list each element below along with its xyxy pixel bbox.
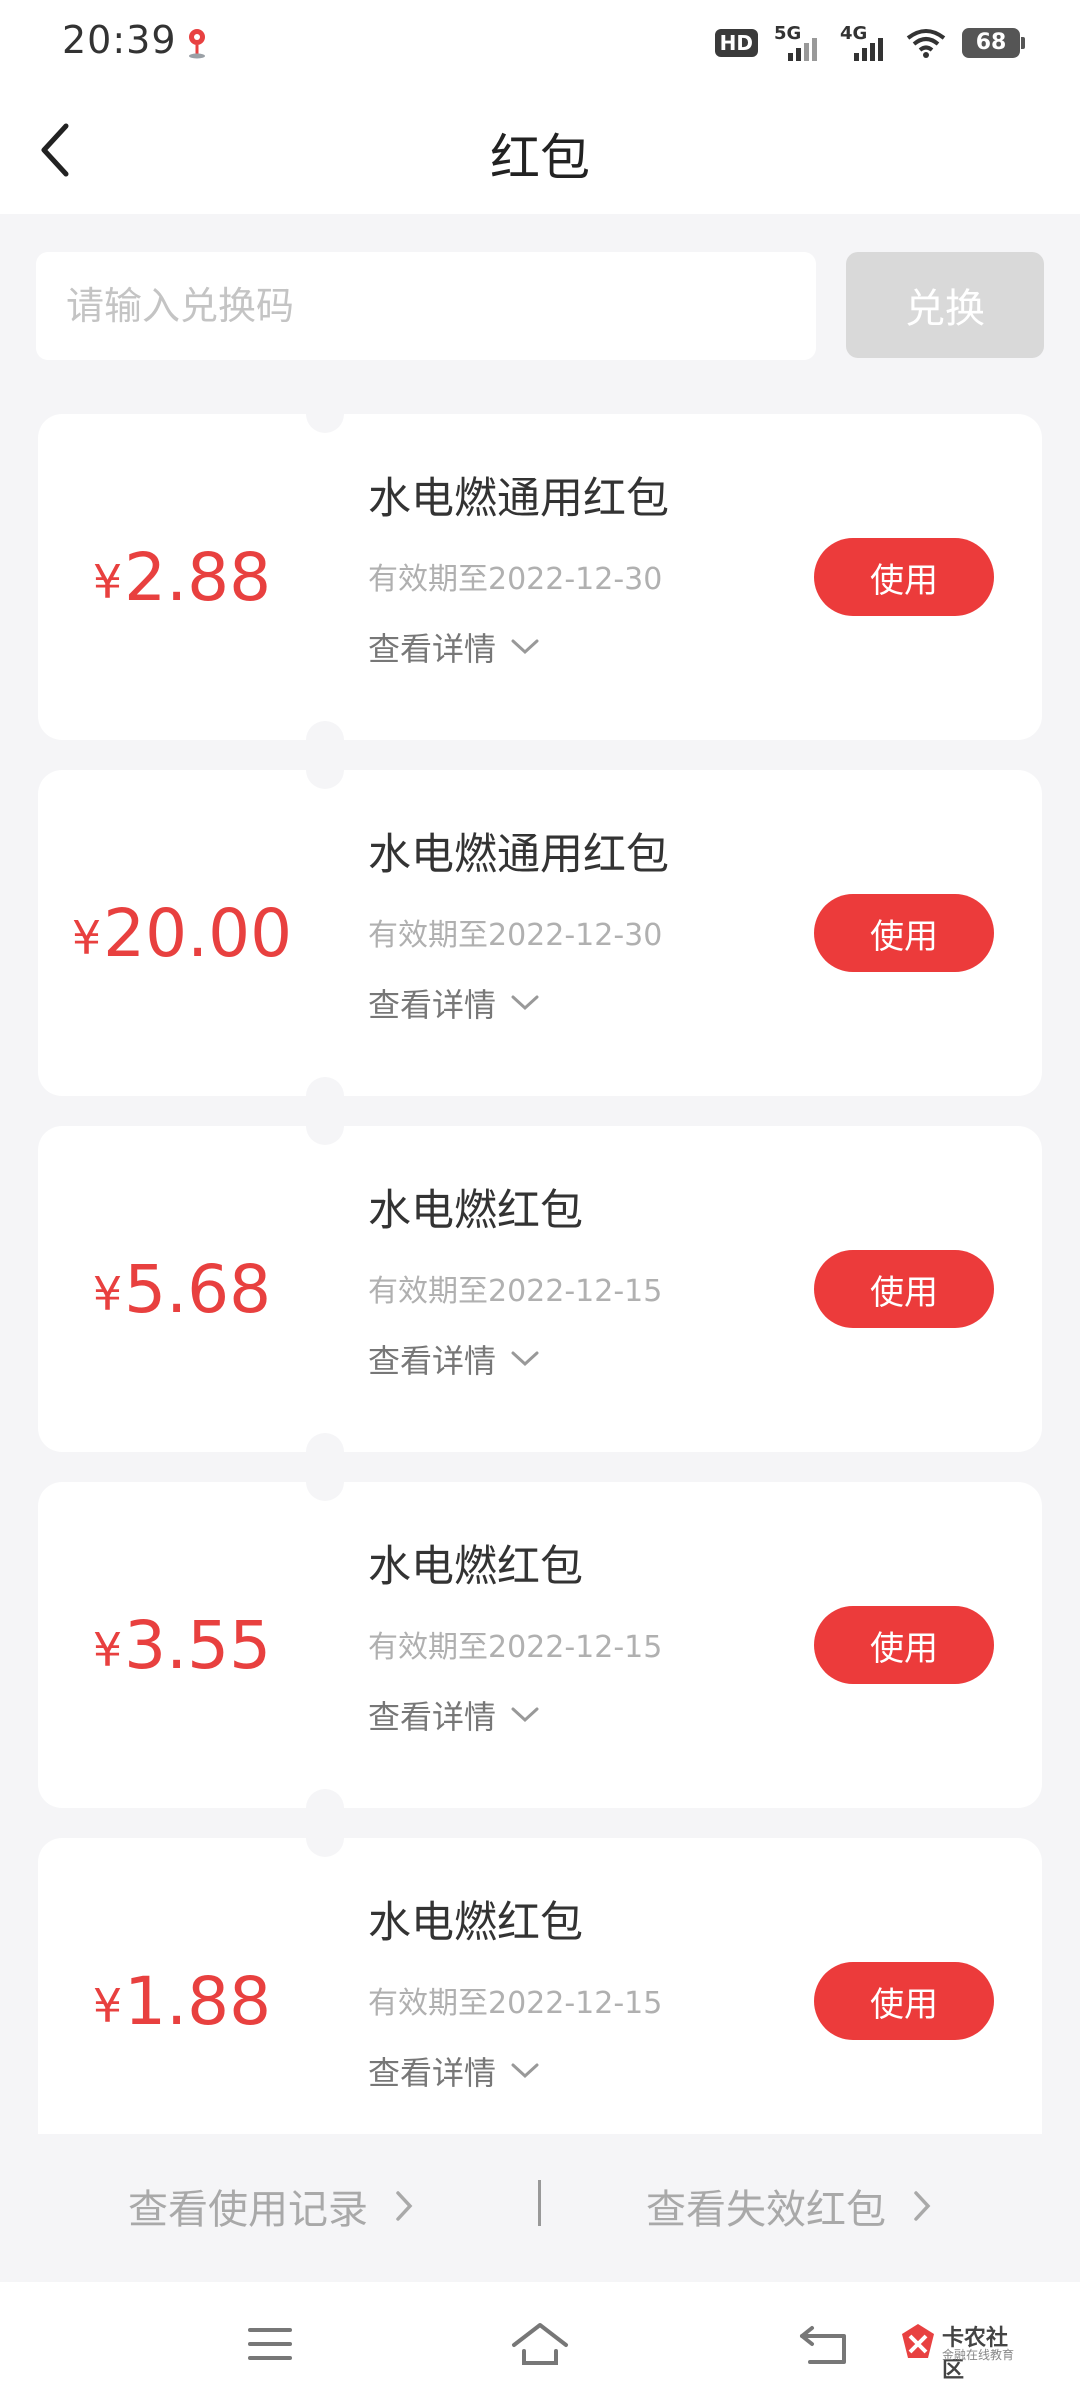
battery-icon: 68	[962, 28, 1025, 58]
currency-symbol: ¥	[92, 1979, 123, 2033]
coupon-name: 水电燃红包	[368, 1898, 583, 1948]
amount-value: 2.88	[124, 538, 272, 616]
nav-back-button[interactable]	[776, 2304, 872, 2384]
amount-value: 1.88	[124, 1962, 272, 2040]
redeem-button[interactable]: 兑换	[846, 252, 1044, 358]
expired-coupons-label: 查看失效红包	[646, 2187, 886, 2233]
currency-symbol: ¥	[71, 911, 102, 965]
use-coupon-button[interactable]: 使用	[814, 1250, 994, 1328]
currency-symbol: ¥	[92, 1267, 123, 1321]
usage-history-label: 查看使用记录	[128, 2187, 368, 2233]
top-area: 20:39 HD 5G 4G 68 红包	[0, 0, 1080, 214]
coupon-card: ¥5.68 水电燃红包有效期至2022-12-15 查看详情 使用	[38, 1107, 1042, 1471]
coupon-card: ¥2.88 水电燃通用红包有效期至2022-12-30 查看详情 使用	[38, 414, 1042, 759]
view-details-label: 查看详情	[368, 1698, 497, 1736]
watermark-icon	[902, 2324, 934, 2358]
bottom-links: 查看使用记录 查看失效红包	[0, 2134, 1080, 2282]
watermark-sub: 金融在线教育	[942, 2348, 1015, 2362]
chevron-down-icon	[511, 1351, 539, 1367]
coupon-expiry: 有效期至2022-12-30	[368, 562, 663, 597]
coupon-expiry: 有效期至2022-12-15	[368, 1986, 663, 2021]
use-coupon-button[interactable]: 使用	[814, 1962, 994, 2040]
view-details-toggle[interactable]: 查看详情	[368, 1336, 540, 1382]
usage-history-link[interactable]: 查看使用记录	[128, 2170, 414, 2242]
coupon-amount: ¥1.88	[38, 1838, 326, 2134]
signal-5g-icon: 5G	[774, 23, 824, 63]
coupon-expiry: 有效期至2022-12-15	[368, 1630, 663, 1665]
nav-menu-button[interactable]	[222, 2304, 318, 2384]
coupon-card: ¥3.55 水电燃红包有效期至2022-12-15 查看详情 使用	[38, 1463, 1042, 1827]
currency-symbol: ¥	[92, 1623, 123, 1677]
coupon-name: 水电燃通用红包	[368, 474, 669, 524]
chevron-right-icon	[396, 2191, 413, 2221]
watermark-logo: 卡农社区 金融在线教育	[898, 2318, 1028, 2383]
back-arrow-icon	[800, 2326, 846, 2364]
divider	[538, 2180, 541, 2226]
hd-badge: HD	[714, 29, 758, 57]
coupon-amount: ¥2.88	[38, 414, 326, 740]
nav-home-button[interactable]	[492, 2304, 588, 2384]
amount-value: 3.55	[124, 1606, 272, 1684]
coupon-name: 水电燃通用红包	[368, 830, 669, 880]
view-details-label: 查看详情	[368, 2054, 497, 2092]
coupon-card: ¥1.88 水电燃红包有效期至2022-12-15 查看详情 使用	[38, 1819, 1042, 2134]
amount-value: 5.68	[124, 1250, 272, 1328]
coupon-card: ¥20.00 水电燃通用红包有效期至2022-12-30 查看详情 使用	[38, 751, 1042, 1115]
view-details-toggle[interactable]: 查看详情	[368, 2048, 540, 2094]
view-details-toggle[interactable]: 查看详情	[368, 1692, 540, 1738]
amount-value: 20.00	[103, 894, 293, 972]
coupon-amount: ¥5.68	[38, 1126, 326, 1452]
view-details-label: 查看详情	[368, 630, 497, 668]
page-title: 红包	[490, 129, 590, 187]
redeem-code-input[interactable]	[36, 252, 816, 360]
status-icons: HD 5G 4G 68	[714, 20, 1025, 66]
chevron-right-icon	[914, 2191, 931, 2221]
view-details-label: 查看详情	[368, 986, 497, 1024]
coupon-expiry: 有效期至2022-12-30	[368, 918, 663, 953]
coupon-amount: ¥20.00	[38, 770, 326, 1096]
chevron-down-icon	[511, 639, 539, 655]
signal-4g-icon: 4G	[840, 23, 890, 63]
wifi-icon	[906, 29, 946, 58]
coupon-name: 水电燃红包	[368, 1186, 583, 1236]
view-details-label: 查看详情	[368, 1342, 497, 1380]
chevron-down-icon	[511, 2063, 539, 2079]
use-coupon-button[interactable]: 使用	[814, 1606, 994, 1684]
use-coupon-button[interactable]: 使用	[814, 538, 994, 616]
view-details-toggle[interactable]: 查看详情	[368, 624, 540, 670]
battery-level: 68	[975, 30, 1007, 55]
status-time: 20:39	[62, 18, 177, 62]
use-coupon-button[interactable]: 使用	[814, 894, 994, 972]
system-nav-bar: 卡农社区 金融在线教育	[0, 2282, 1080, 2408]
header: 红包	[0, 88, 1080, 214]
chevron-down-icon	[511, 995, 539, 1011]
location-pin-icon	[189, 29, 205, 59]
home-icon	[512, 2323, 568, 2365]
status-bar: 20:39 HD 5G 4G 68	[0, 0, 1080, 88]
expired-coupons-link[interactable]: 查看失效红包	[646, 2170, 932, 2242]
chevron-down-icon	[511, 1707, 539, 1723]
menu-icon	[248, 2328, 292, 2360]
coupon-expiry: 有效期至2022-12-15	[368, 1274, 663, 1309]
coupon-name: 水电燃红包	[368, 1542, 583, 1592]
view-details-toggle[interactable]: 查看详情	[368, 980, 540, 1026]
coupon-list: ¥2.88 水电燃通用红包 有效期至2022-12-30 查看详情 使用 ¥20.00 水电…	[38, 414, 1042, 2134]
coupon-amount: ¥3.55	[38, 1482, 326, 1808]
currency-symbol: ¥	[92, 555, 123, 609]
